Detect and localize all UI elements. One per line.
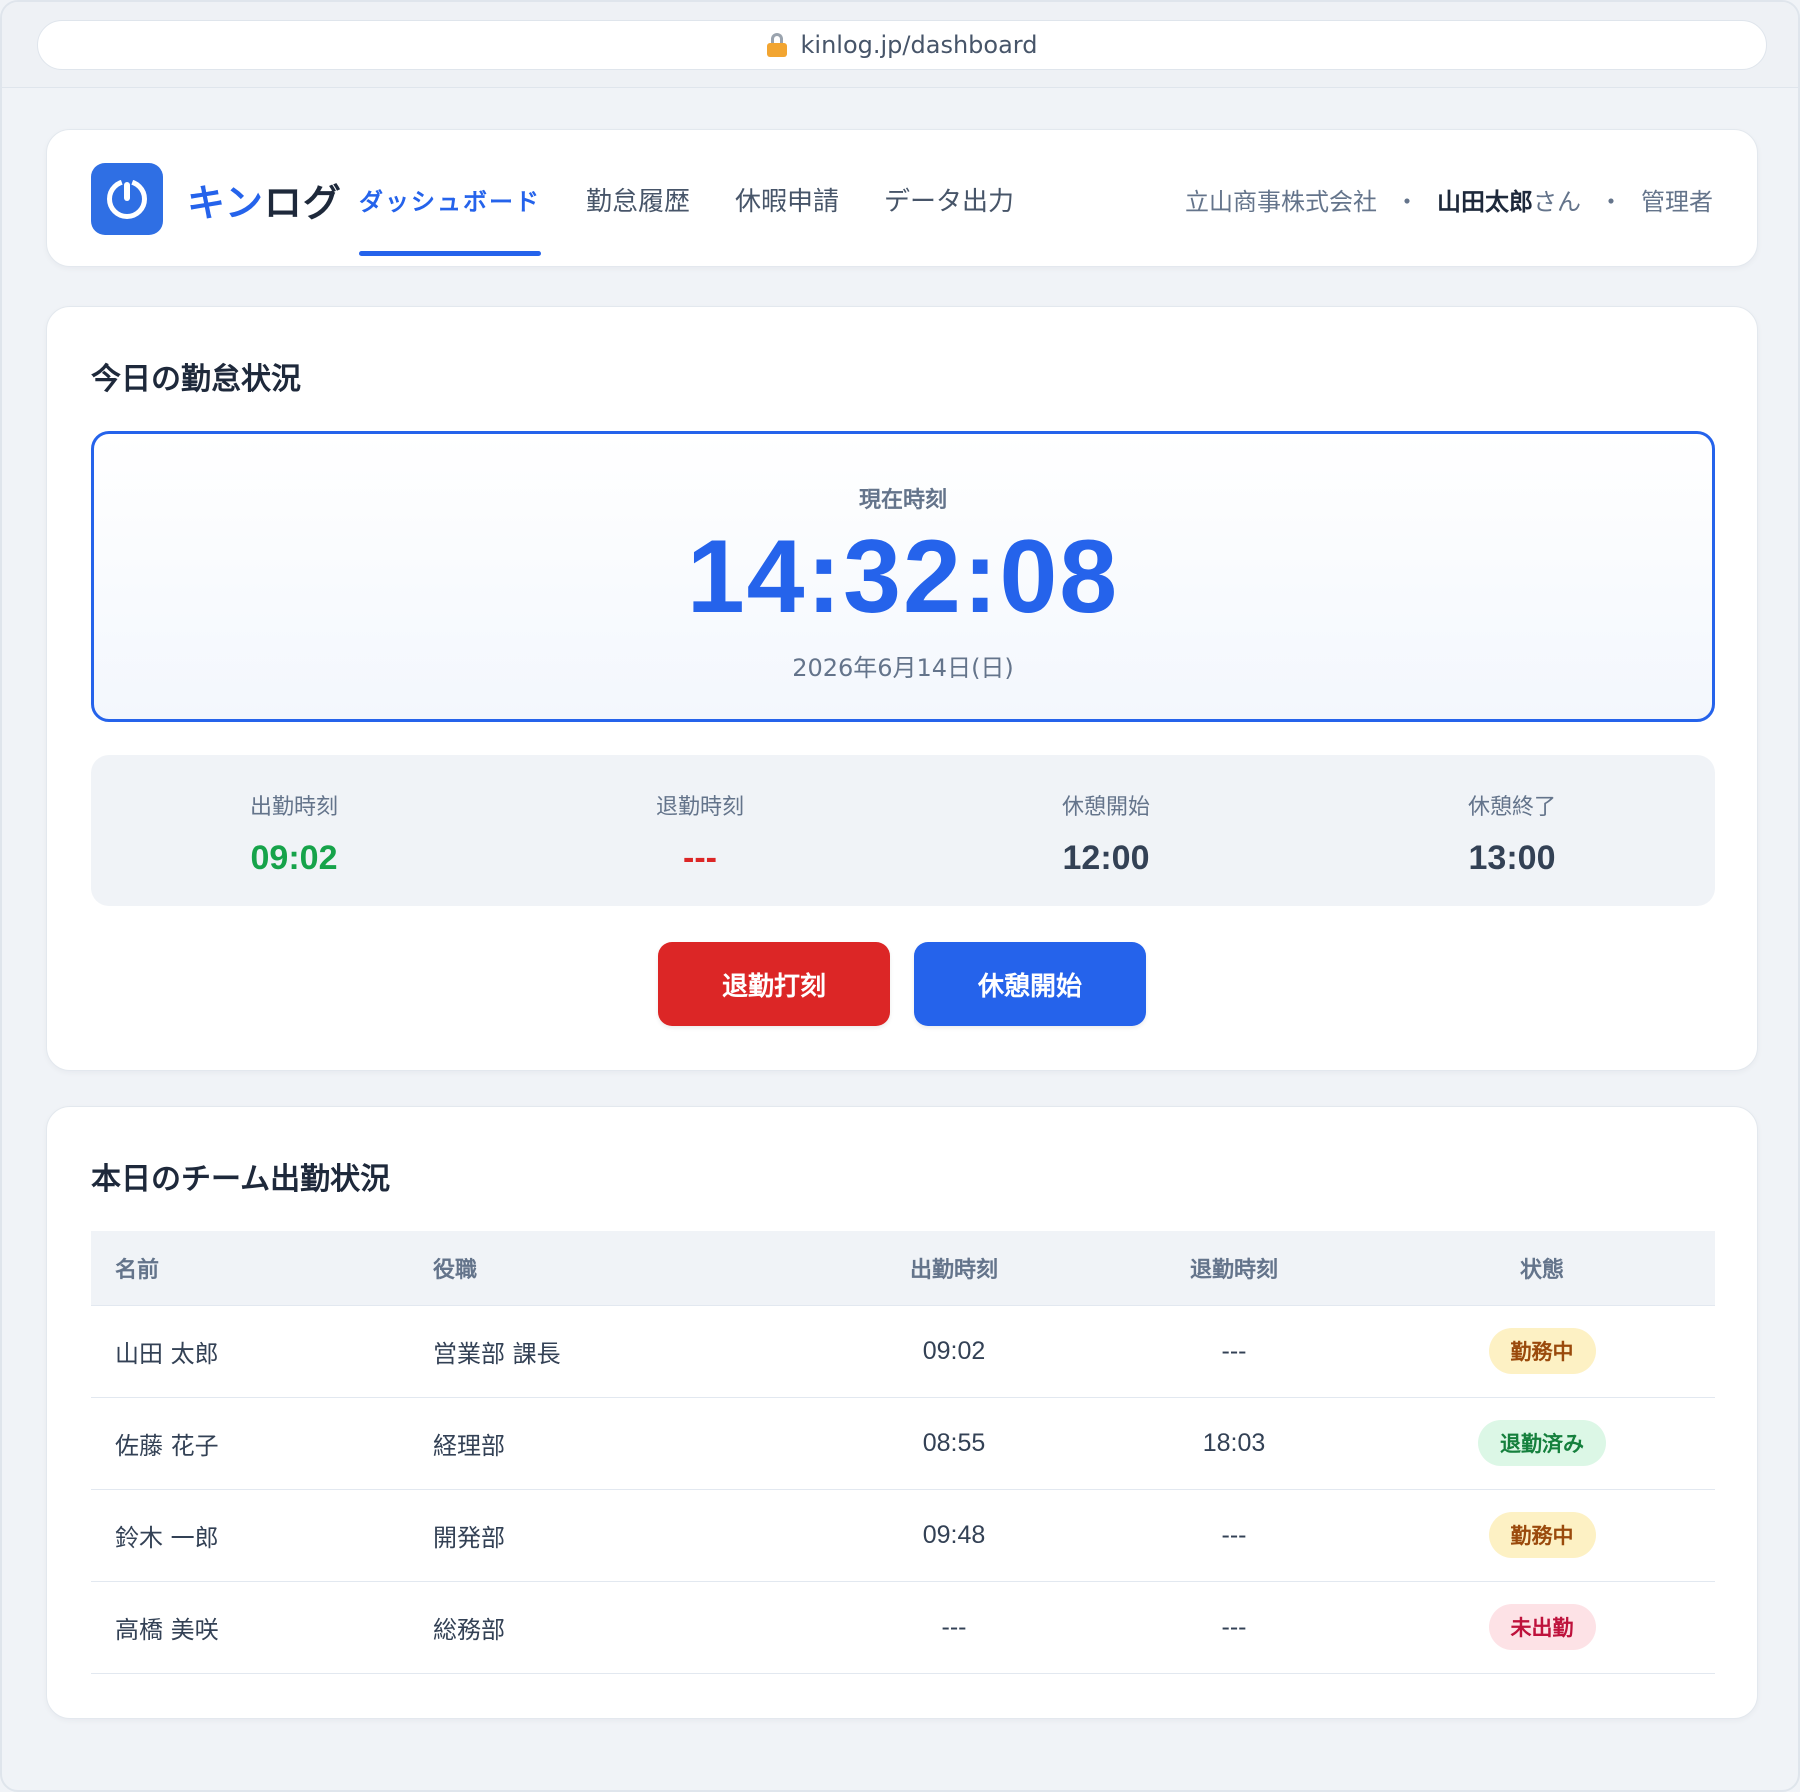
team-status-card: 本日のチーム出勤状況 名前 役職 出勤時刻 退勤時刻 状態 山田 太郎 営業部 …: [46, 1106, 1758, 1719]
stat-break-start: 休憩開始 12:00: [903, 755, 1309, 906]
stat-value: 12:00: [1062, 839, 1150, 877]
table-row[interactable]: 山田 太郎 営業部 課長 09:02 --- 勤務中: [91, 1305, 1715, 1398]
tab-dashboard[interactable]: ダッシュボード: [359, 130, 541, 268]
clock-out-time: ---: [1099, 1489, 1369, 1582]
column-header-clock-in[interactable]: 出勤時刻: [809, 1231, 1099, 1306]
column-header-clock-out[interactable]: 退勤時刻: [1099, 1231, 1369, 1306]
app-logo[interactable]: [91, 163, 163, 235]
user-role: 管理者: [1641, 187, 1713, 216]
table-row[interactable]: 佐藤 花子 経理部 08:55 18:03 退勤済み: [91, 1397, 1715, 1490]
status-badge: 退勤済み: [1478, 1420, 1606, 1466]
stat-label: 退勤時刻: [655, 795, 744, 820]
user-name[interactable]: 山田太郎: [1437, 182, 1533, 217]
clock-date: 2026年6月14日(日): [792, 654, 1014, 682]
status-badge: 勤務中: [1488, 1512, 1596, 1558]
tab-data-export[interactable]: データ出力: [884, 130, 1014, 268]
employee-name: 鈴木 一郎: [91, 1489, 409, 1582]
clock-out-button[interactable]: 退勤打刻: [658, 942, 890, 1026]
start-break-button[interactable]: 休憩開始: [914, 942, 1146, 1026]
stat-clock-out: 退勤時刻 ---: [497, 755, 903, 906]
status-cell: 未出勤: [1369, 1581, 1715, 1674]
stat-value: 09:02: [250, 839, 338, 877]
separator: ・: [1599, 187, 1623, 216]
clock-in-time: 09:02: [809, 1305, 1099, 1398]
url-text: kinlog.jp/dashboard: [800, 31, 1038, 59]
punch-actions: 退勤打刻 休憩開始: [47, 942, 1757, 1026]
stat-label: 休憩終了: [1467, 795, 1556, 820]
stat-value: 13:00: [1468, 839, 1556, 877]
status-cell: 勤務中: [1369, 1305, 1715, 1398]
section-title: 今日の勤怠状況: [91, 362, 301, 397]
clock-in-time: 08:55: [809, 1397, 1099, 1490]
lock-icon: [766, 33, 787, 57]
stat-label: 出勤時刻: [249, 795, 338, 820]
brand-name-rest: ログ: [263, 181, 342, 225]
tab-leave-request[interactable]: 休暇申請: [735, 130, 839, 268]
stat-value: ---: [683, 839, 717, 877]
browser-bar: kinlog.jp/dashboard: [2, 2, 1798, 88]
column-header-position[interactable]: 役職: [409, 1231, 809, 1306]
employee-position: 営業部 課長: [409, 1305, 809, 1398]
address-bar[interactable]: kinlog.jp/dashboard: [37, 20, 1767, 70]
clock-time: 14:32:08: [686, 519, 1120, 635]
today-attendance-card: 今日の勤怠状況 現在時刻 14:32:08 2026年6月14日(日) 出勤時刻…: [46, 306, 1758, 1071]
team-table: 名前 役職 出勤時刻 退勤時刻 状態 山田 太郎 営業部 課長 09:02 --…: [91, 1231, 1715, 1674]
status-badge: 勤務中: [1488, 1328, 1596, 1374]
employee-position: 開発部: [409, 1489, 809, 1582]
nav-tabs: ダッシュボード 勤怠履歴 休暇申請 データ出力: [359, 130, 1059, 268]
clock-out-time: ---: [1099, 1305, 1369, 1398]
employee-name: 山田 太郎: [91, 1305, 409, 1398]
stat-label: 休憩開始: [1061, 795, 1150, 820]
status-badge: 未出勤: [1488, 1604, 1596, 1650]
employee-name: 佐藤 花子: [91, 1397, 409, 1490]
time-stats: 出勤時刻 09:02 退勤時刻 --- 休憩開始 12:00 休憩終了 13:0…: [91, 755, 1715, 906]
column-header-status[interactable]: 状態: [1369, 1231, 1715, 1306]
brand-name[interactable]: キンログ: [187, 172, 342, 227]
brand-name-accent: キン: [187, 181, 264, 225]
status-cell: 退勤済み: [1369, 1397, 1715, 1490]
power-icon: [105, 177, 149, 221]
employee-name: 高橋 美咲: [91, 1581, 409, 1674]
employee-position: 経理部: [409, 1397, 809, 1490]
user-info: 立山商事株式会社 ・ 山田太郎 さん ・ 管理者: [1185, 130, 1713, 268]
stat-break-end: 休憩終了 13:00: [1309, 755, 1715, 906]
column-header-name[interactable]: 名前: [91, 1231, 409, 1306]
status-cell: 勤務中: [1369, 1489, 1715, 1582]
section-title: 本日のチーム出勤状況: [91, 1162, 391, 1197]
table-header-row: 名前 役職 出勤時刻 退勤時刻 状態: [91, 1231, 1715, 1306]
table-row[interactable]: 高橋 美咲 総務部 --- --- 未出勤: [91, 1581, 1715, 1674]
company-name: 立山商事株式会社: [1185, 187, 1377, 216]
employee-position: 総務部: [409, 1581, 809, 1674]
top-nav: キンログ ダッシュボード 勤怠履歴 休暇申請 データ出力 立山商事株式会社 ・ …: [46, 129, 1758, 267]
separator: ・: [1395, 187, 1419, 216]
current-time-panel: 現在時刻 14:32:08 2026年6月14日(日): [91, 431, 1715, 722]
clock-in-time: ---: [809, 1581, 1099, 1674]
clock-in-time: 09:48: [809, 1489, 1099, 1582]
app-frame: kinlog.jp/dashboard キンログ ダッシュボード 勤怠履歴 休暇…: [0, 0, 1800, 1792]
user-honorific: さん: [1533, 187, 1581, 216]
clock-out-time: 18:03: [1099, 1397, 1369, 1490]
clock-out-time: ---: [1099, 1581, 1369, 1674]
stat-clock-in: 出勤時刻 09:02: [91, 755, 497, 906]
table-row[interactable]: 鈴木 一郎 開発部 09:48 --- 勤務中: [91, 1489, 1715, 1582]
clock-label: 現在時刻: [858, 488, 947, 513]
tab-attendance-history[interactable]: 勤怠履歴: [586, 130, 690, 268]
